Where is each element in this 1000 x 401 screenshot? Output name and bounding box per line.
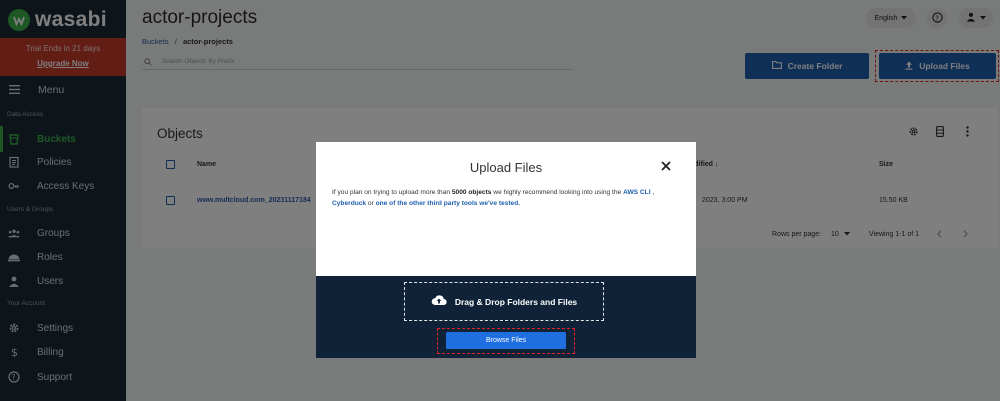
- third-party-tools-link[interactable]: one of the other third party tools we've…: [376, 200, 520, 207]
- browse-files-highlight: [437, 328, 575, 354]
- dialog-message: If you plan on trying to upload more tha…: [332, 187, 682, 209]
- cyberduck-link[interactable]: Cyberduck: [332, 200, 366, 207]
- close-button[interactable]: [660, 159, 674, 173]
- message-text-2: we highly recommend looking into using t…: [491, 189, 624, 196]
- aws-cli-link[interactable]: AWS CLI: [623, 189, 650, 196]
- message-text-4: or: [366, 200, 376, 207]
- message-text-3: ,: [650, 189, 655, 196]
- dropzone-area: Drag & Drop Folders and Files Browse Fil…: [316, 276, 696, 358]
- dropzone-label: Drag & Drop Folders and Files: [454, 296, 578, 307]
- message-text-1: If you plan on trying to upload more tha…: [332, 189, 452, 196]
- message-bold: 5000 objects: [451, 189, 492, 196]
- cloud-upload-icon: [431, 293, 447, 311]
- close-icon: [660, 159, 672, 176]
- upload-files-dialog: Upload Files If you plan on trying to up…: [316, 142, 696, 358]
- drag-drop-zone[interactable]: Drag & Drop Folders and Files: [404, 282, 604, 321]
- dialog-title: Upload Files: [469, 160, 543, 175]
